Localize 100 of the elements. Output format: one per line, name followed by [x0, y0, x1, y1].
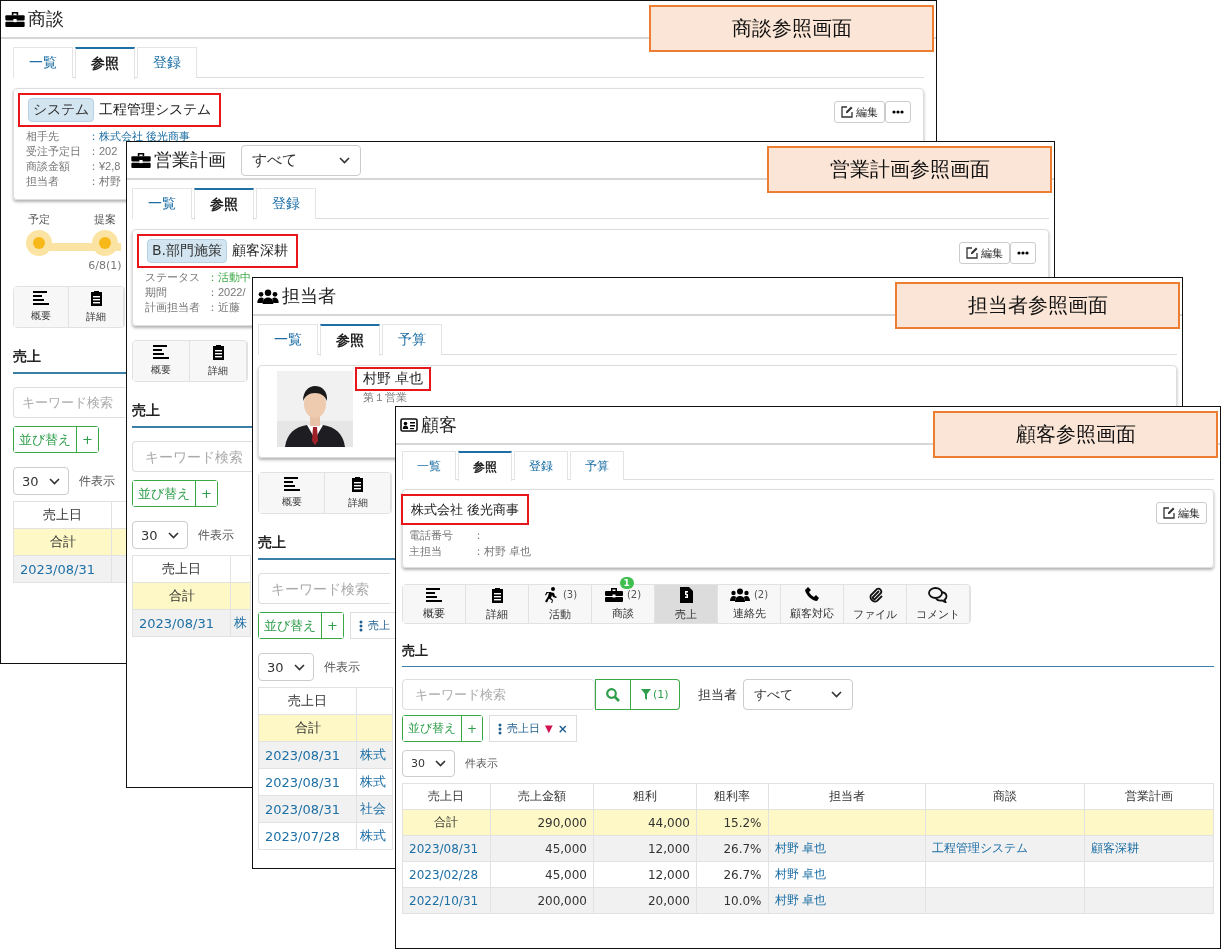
column-header[interactable]: 売上日 — [132, 555, 231, 583]
column-header[interactable]: 粗利率 — [696, 783, 768, 810]
field-label: 期間 — [145, 285, 167, 300]
edit-button[interactable]: 編集 — [834, 101, 885, 123]
step-marker — [92, 230, 118, 256]
id-card-icon — [400, 418, 418, 432]
clipboard-icon — [490, 586, 504, 603]
column-header[interactable]: 担当者 — [768, 783, 926, 810]
column-header[interactable]: 営業計画 — [1084, 783, 1214, 810]
table-cell[interactable]: 2023/08/31 — [402, 835, 491, 862]
tab[interactable]: 一覧 — [132, 188, 192, 219]
lines-icon — [283, 477, 300, 491]
chevron-down-icon — [293, 663, 305, 671]
page-size-select[interactable]: 30 — [402, 750, 455, 777]
table-cell[interactable]: 2023/08/31 — [258, 795, 357, 823]
table-cell[interactable]: 村野 卓也 — [768, 887, 926, 914]
tab[interactable]: 予算 — [570, 451, 624, 480]
search-button[interactable] — [595, 679, 631, 710]
field-value: ：202 — [88, 144, 118, 159]
field-value: ：村野 — [88, 174, 121, 189]
page-size-label: 件表示 — [323, 658, 360, 676]
table-cell: 12,000 — [593, 835, 697, 862]
filter-icon — [641, 689, 651, 700]
page-size-select[interactable]: 30 — [13, 467, 69, 495]
table-cell[interactable]: 2023/02/28 — [402, 861, 491, 888]
filter-label: 担当者 — [697, 685, 737, 704]
edit-button[interactable]: 編集 — [959, 242, 1010, 264]
search-field[interactable]: キーワード検索 — [13, 387, 125, 418]
table-cell[interactable]: 株式 — [356, 822, 393, 850]
step-date: 6/8(1) — [88, 259, 122, 272]
section-heading: 売上 — [402, 642, 1214, 667]
more-button[interactable] — [1010, 242, 1036, 264]
table-cell[interactable]: 村野 卓也 — [768, 861, 926, 888]
filter-select[interactable]: すべて — [241, 144, 361, 176]
table-cell: 45,000 — [490, 835, 594, 862]
view-tab[interactable]: 概要 — [403, 585, 466, 623]
tab[interactable]: 登録 — [256, 188, 316, 219]
tab[interactable]: 一覧 — [258, 324, 318, 355]
table-cell[interactable]: 2023/08/31 — [258, 741, 357, 769]
vertical-dots-icon — [358, 619, 363, 632]
table-cell[interactable]: 株式 — [356, 768, 393, 796]
chevron-down-icon — [167, 531, 179, 539]
table-cell[interactable]: 顧客深耕 — [1084, 835, 1214, 862]
tab[interactable]: 参照 — [320, 324, 380, 356]
column-header[interactable]: 売上金額 — [490, 783, 594, 810]
tab[interactable]: 一覧 — [402, 451, 456, 480]
table-cell: 290,000 — [490, 809, 594, 836]
more-button[interactable] — [885, 101, 911, 123]
table-cell: 44,000 — [593, 809, 697, 836]
lines-icon — [33, 291, 49, 305]
view-tab[interactable]: 概要 — [259, 473, 325, 513]
more-icon — [1017, 251, 1029, 255]
column-header[interactable]: 売上日 — [258, 687, 357, 715]
column-header[interactable]: 売上日 — [402, 783, 491, 810]
field-value: ：活動中 — [207, 270, 251, 285]
chevron-down-icon — [48, 477, 60, 485]
search-field[interactable]: キーワード検索 — [132, 441, 254, 472]
search-field[interactable]: キーワード検索 — [402, 679, 595, 710]
view-tab[interactable]: 売上 — [655, 585, 718, 623]
running-figure-icon — [542, 586, 559, 603]
callout-label: 担当者参照画面 — [895, 282, 1180, 329]
document-icon — [679, 586, 693, 603]
table-cell: 10.0% — [696, 887, 768, 914]
tab[interactable]: 参照 — [458, 451, 512, 481]
chevron-down-icon — [339, 156, 350, 164]
column-header[interactable]: 商談 — [926, 783, 1085, 810]
view-tab[interactable]: 概要 — [133, 341, 190, 381]
briefcase-icon — [131, 152, 151, 168]
table-cell[interactable]: 村野 卓也 — [768, 835, 926, 862]
edit-button[interactable]: 編集 — [1156, 502, 1207, 524]
record-name: 株式会社 後光商事 — [411, 500, 520, 519]
field-label: 計画担当者 — [145, 300, 200, 315]
table-cell[interactable]: 2022/10/31 — [402, 887, 491, 914]
column-header[interactable]: 粗利 — [593, 783, 697, 810]
tab[interactable]: 参照 — [75, 47, 135, 79]
table-cell: 合計 — [132, 582, 231, 610]
owner-select[interactable]: すべて — [742, 679, 853, 710]
view-tab[interactable]: 概要 — [14, 287, 69, 327]
page-size-label: 件表示 — [465, 756, 498, 771]
tab[interactable]: 予算 — [382, 324, 442, 355]
clipboard-icon — [351, 476, 364, 492]
search-field[interactable]: キーワード検索 — [258, 573, 390, 604]
field-value[interactable]: ：株式会社 後光商事 — [88, 129, 191, 144]
tab[interactable]: 登録 — [514, 451, 568, 480]
page-size-select[interactable]: 30 — [132, 521, 188, 549]
tab[interactable]: 参照 — [194, 188, 254, 220]
table-cell[interactable]: 工程管理システム — [926, 835, 1085, 862]
table-cell[interactable]: 2023/08/31 — [258, 768, 357, 796]
tab[interactable]: 登録 — [137, 47, 197, 78]
sort-chip[interactable]: 売上日 ▼ × — [489, 715, 577, 742]
table-cell[interactable]: 2023/07/28 — [258, 822, 357, 850]
field-value: ：¥2,8 — [88, 159, 121, 174]
table-cell: 26.7% — [696, 835, 768, 862]
tab[interactable]: 一覧 — [13, 47, 73, 78]
page-size-select[interactable]: 30 — [258, 653, 314, 681]
table-cell[interactable]: 2023/08/31 — [13, 555, 112, 583]
table-cell[interactable]: 2023/08/31 — [132, 609, 231, 637]
clipboard-icon — [211, 344, 225, 360]
chevron-down-icon — [830, 691, 842, 698]
column-header[interactable]: 売上日 — [13, 501, 112, 529]
